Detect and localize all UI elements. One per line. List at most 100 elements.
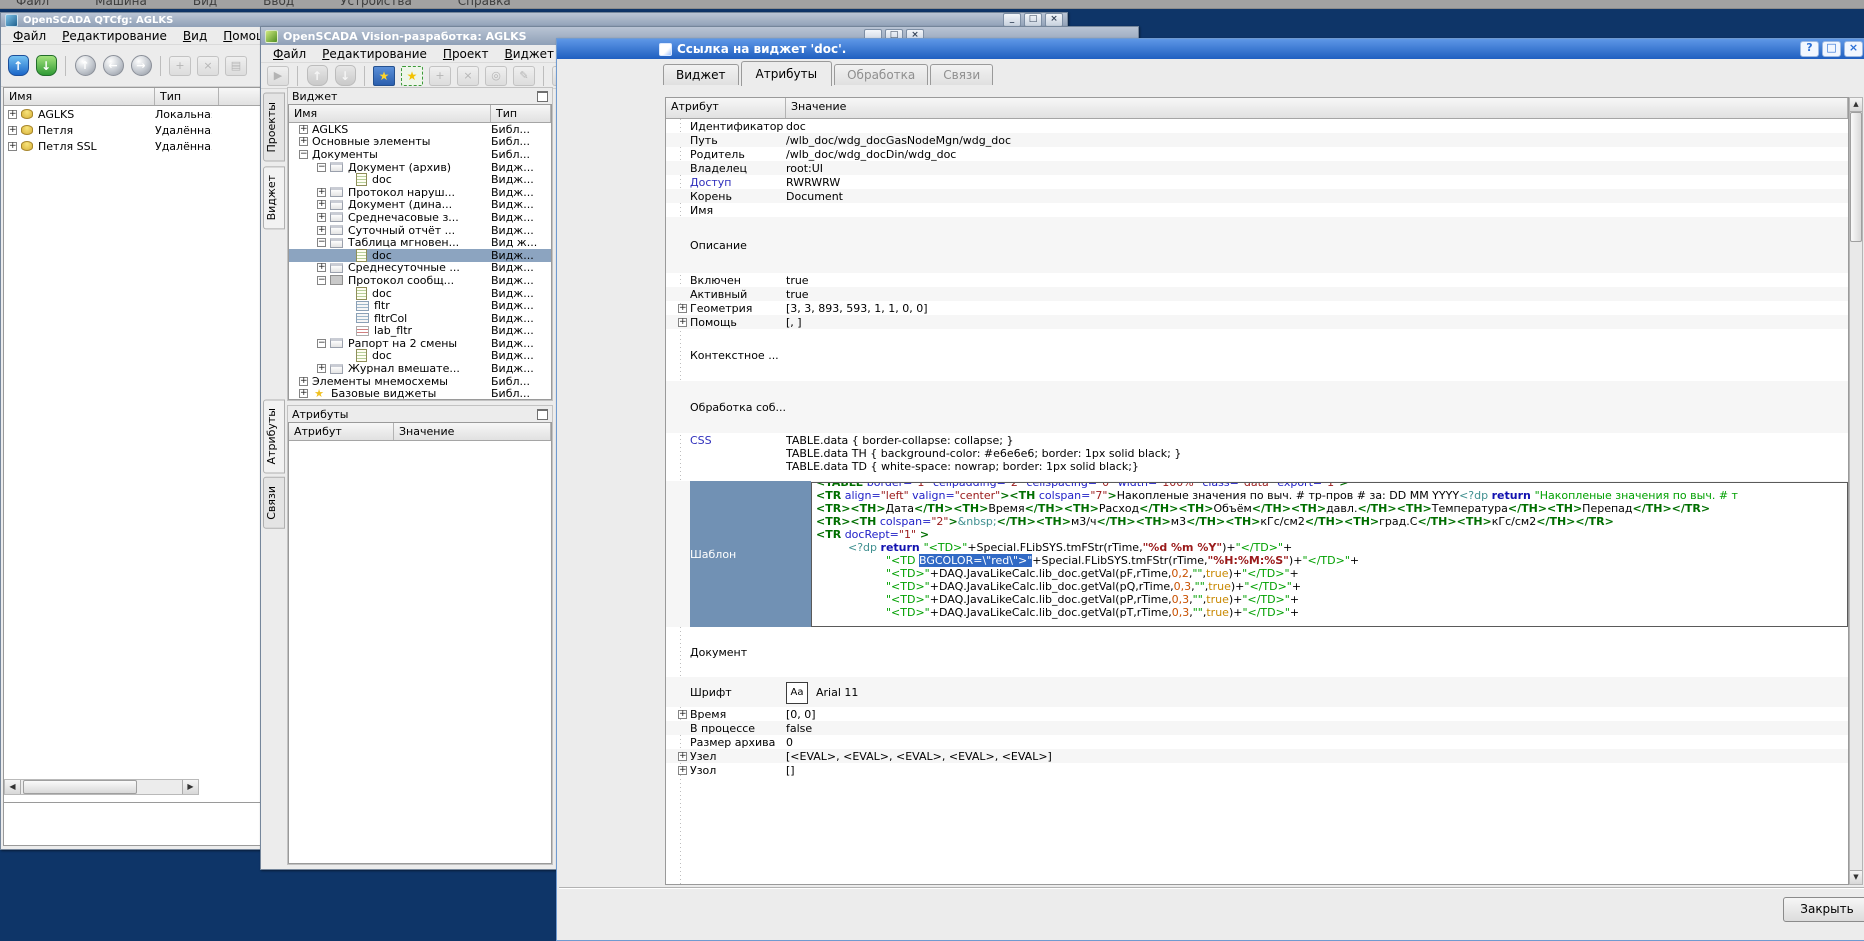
menu-item[interactable]: Редактирование <box>314 46 435 62</box>
widget-tree-row[interactable]: +Элементы мнемосхемыБибл... <box>289 375 551 388</box>
attribute-value[interactable]: /wlb_doc/wdg_docGasNodeMgn/wdg_doc <box>786 133 1848 147</box>
attribute-value[interactable]: TABLE.data { border-collapse: collapse; … <box>786 433 1848 481</box>
run-project-icon[interactable]: ▶ <box>266 64 290 88</box>
up-level-icon[interactable]: ↑ <box>73 54 97 78</box>
scroll-down-icon[interactable]: ▼ <box>1850 870 1862 884</box>
menu-item[interactable]: Устройства <box>332 0 420 9</box>
del-item-icon[interactable]: × <box>196 54 220 78</box>
maximize-button[interactable]: □ <box>1024 13 1042 27</box>
add-item-icon[interactable]: + <box>168 54 192 78</box>
row-expander-icon[interactable]: + <box>678 766 687 775</box>
attribute-value[interactable]: [0, 0] <box>786 707 1848 721</box>
font-picker-button[interactable]: Aa <box>786 682 808 704</box>
widget-library-icon[interactable]: ★ <box>372 64 396 88</box>
widget-tree-row[interactable]: −Протокол сообщ...Видж... <box>289 274 551 287</box>
attribute-value[interactable]: 0 <box>786 735 1848 749</box>
menu-item[interactable]: Виджет <box>497 46 563 62</box>
maximize-button[interactable]: □ <box>1822 41 1841 57</box>
save-icon[interactable]: ↓ <box>333 64 357 88</box>
widget-tree-row[interactable]: −Рапорт на 2 сменыВидж... <box>289 337 551 350</box>
tree-expander-icon[interactable]: − <box>317 276 326 285</box>
menu-item[interactable]: Файл <box>265 46 314 62</box>
attribute-value[interactable]: /wlb_doc/wdg_docDin/wdg_doc <box>786 147 1848 161</box>
menu-item[interactable]: Проект <box>435 46 497 62</box>
close-button[interactable]: × <box>1045 13 1063 27</box>
add-widget-icon[interactable]: + <box>428 64 452 88</box>
tree-expander-icon[interactable]: − <box>317 339 326 348</box>
attribute-value[interactable]: RWRWRW <box>786 175 1848 189</box>
tab-links[interactable]: Связи <box>263 477 285 529</box>
tree-expander-icon[interactable]: − <box>317 238 326 247</box>
station-tree-row[interactable]: +ПетляУдалённая <box>4 122 260 138</box>
qtcfg-titlebar[interactable]: OpenSCADA QTCfg: AGLKS _□× <box>1 13 1067 27</box>
close-dialog-button[interactable]: Закрыть <box>1783 897 1864 922</box>
widget-tree-row[interactable]: +AGLKSБибл... <box>289 123 551 136</box>
attribute-value[interactable]: root:UI <box>786 161 1848 175</box>
menu-item[interactable]: Файл <box>8 0 57 9</box>
attribute-value[interactable] <box>786 203 1848 217</box>
widget-tree-row[interactable]: +docВидж... <box>289 249 551 262</box>
widget-tree-row[interactable]: +fltrColВидж... <box>289 312 551 325</box>
widget-tree-row[interactable]: +Среднечасовые з...Видж... <box>289 211 551 224</box>
del-widget-icon[interactable]: × <box>456 64 480 88</box>
widget-props-icon[interactable]: ◎ <box>484 64 508 88</box>
attribute-value[interactable]: AaArial 11 <box>786 677 1848 707</box>
tab-projects[interactable]: Проекты <box>263 93 285 162</box>
station-tree-row[interactable]: +AGLKSЛокальная <box>4 106 260 122</box>
attribute-value[interactable]: [3, 3, 893, 593, 1, 1, 0, 0] <box>786 301 1848 315</box>
copy-item-icon[interactable]: ▤ <box>224 54 248 78</box>
tree-expander-icon[interactable]: + <box>8 110 17 119</box>
attribute-value[interactable] <box>786 217 1848 273</box>
dialog-titlebar[interactable]: Ссылка на виджет 'doc'. ?□× <box>557 39 1864 59</box>
widget-tree-row[interactable]: +fltrВидж... <box>289 299 551 312</box>
close-button[interactable]: × <box>1844 41 1863 57</box>
attribute-value[interactable]: doc <box>786 119 1848 133</box>
attribute-value[interactable]: false <box>786 721 1848 735</box>
tree-expander-icon[interactable]: + <box>8 126 17 135</box>
widget-tree-row[interactable]: +Среднесуточные ...Видж... <box>289 262 551 275</box>
tree-expander-icon[interactable]: + <box>317 188 326 197</box>
scroll-left-icon[interactable]: ◀ <box>5 780 21 794</box>
minimize-button[interactable]: _ <box>1003 13 1021 27</box>
widget-tree-row[interactable]: −ДокументыБибл... <box>289 148 551 161</box>
scroll-thumb[interactable] <box>1850 112 1862 242</box>
db-load-icon[interactable]: ↑ <box>6 54 30 78</box>
float-panel-icon[interactable] <box>537 91 548 102</box>
widget-tree-row[interactable]: +docВидж... <box>289 287 551 300</box>
tree-expander-icon[interactable]: + <box>317 226 326 235</box>
tree-expander-icon[interactable]: + <box>299 125 308 134</box>
attribute-value[interactable] <box>786 329 1848 381</box>
column-header-value[interactable]: Значение <box>786 98 1848 118</box>
column-header-type[interactable]: Тип <box>491 105 551 122</box>
qtcfg-hscrollbar[interactable]: ◀ ▶ <box>4 779 199 795</box>
menu-item[interactable]: Машина <box>87 0 155 9</box>
attribute-value[interactable] <box>786 381 1848 433</box>
tree-expander-icon[interactable]: + <box>317 213 326 222</box>
load-icon[interactable]: ↑ <box>305 64 329 88</box>
attribute-value[interactable]: [] <box>786 763 1848 777</box>
tab-widget[interactable]: Виджет <box>263 166 285 229</box>
widget-library-new-icon[interactable]: ★ <box>400 64 424 88</box>
widget-tree-row[interactable]: +★Базовые виджетыБибл... <box>289 387 551 400</box>
scroll-up-icon[interactable]: ▲ <box>1850 98 1862 112</box>
tree-expander-icon[interactable]: + <box>299 137 308 146</box>
widget-edit-icon[interactable]: ✎ <box>512 64 536 88</box>
attribute-value[interactable]: true <box>786 273 1848 287</box>
scroll-right-icon[interactable]: ▶ <box>182 780 198 794</box>
attribute-value[interactable]: [<EVAL>, <EVAL>, <EVAL>, <EVAL>, <EVAL>] <box>786 749 1848 763</box>
attribute-value[interactable]: <TABLE border="1" cellpadding="2" cellsp… <box>811 481 1848 627</box>
tree-expander-icon[interactable]: + <box>317 364 326 373</box>
dialog-vscrollbar[interactable]: ▲ ▼ <box>1849 97 1863 885</box>
widget-tree-row[interactable]: +Суточный отчёт ...Видж... <box>289 224 551 237</box>
tree-expander-icon[interactable]: − <box>317 163 326 172</box>
tree-expander-icon[interactable]: + <box>8 142 17 151</box>
attribute-value[interactable]: [, ] <box>786 315 1848 329</box>
widget-tree-row[interactable]: +Журнал вмешате...Видж... <box>289 362 551 375</box>
db-save-icon[interactable]: ↓ <box>34 54 58 78</box>
column-header-name[interactable]: Имя <box>4 88 155 105</box>
tree-expander-icon[interactable]: + <box>317 263 326 272</box>
tab-widget[interactable]: Виджет <box>663 64 739 85</box>
help-button[interactable]: ? <box>1800 41 1819 57</box>
widget-tree-row[interactable]: +Документ (дина...Видж... <box>289 199 551 212</box>
attribute-value[interactable]: true <box>786 287 1848 301</box>
